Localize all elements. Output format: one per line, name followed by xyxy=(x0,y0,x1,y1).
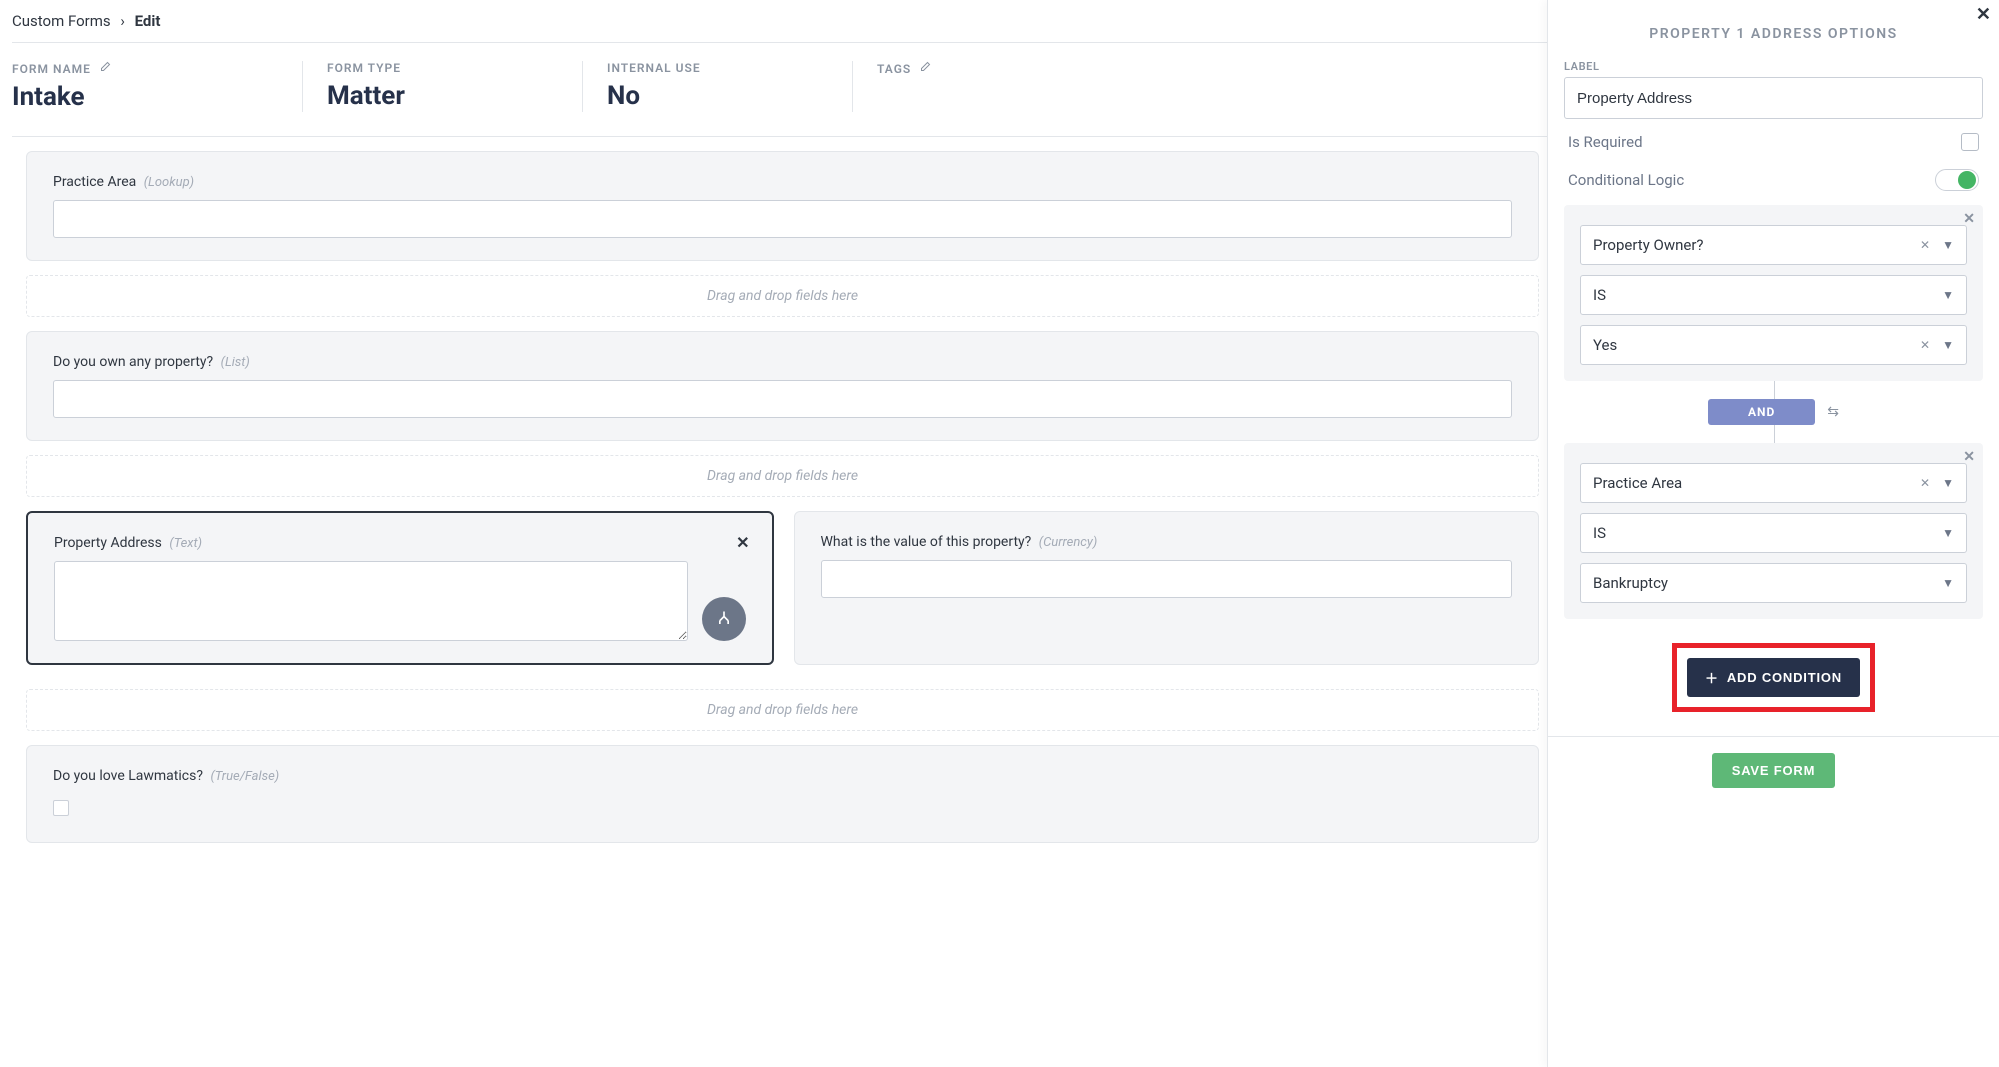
condition-field-select[interactable]: Practice Area ✕ ▼ xyxy=(1580,463,1967,503)
field-practice-area[interactable]: Practice Area (Lookup) xyxy=(26,151,1539,261)
field-label: Property Address xyxy=(54,535,162,551)
meta-form-type-value: Matter xyxy=(327,81,558,111)
condition-value-select[interactable]: Yes ✕ ▼ xyxy=(1580,325,1967,365)
select-value: Property Owner? xyxy=(1593,236,1704,254)
close-icon[interactable]: ✕ xyxy=(1963,449,1975,465)
practice-area-input[interactable] xyxy=(53,200,1512,238)
sidebar-title: PROPERTY 1 ADDRESS OPTIONS xyxy=(1548,0,1999,60)
select-value: Bankruptcy xyxy=(1593,574,1668,592)
condition-group-1: ✕ Property Owner? ✕ ▼ IS ▼ Yes ✕ ▼ xyxy=(1564,205,1983,381)
form-meta-row: FORM NAME Intake FORM TYPE Matter INTERN… xyxy=(12,43,1547,137)
field-property-address[interactable]: ✕ Property Address (Text) xyxy=(26,511,774,665)
label-input[interactable] xyxy=(1564,77,1983,119)
clear-icon[interactable]: ✕ xyxy=(1920,476,1930,490)
property-address-textarea[interactable] xyxy=(54,561,688,641)
field-type-hint: (Currency) xyxy=(1039,535,1098,550)
field-type-hint: (Lookup) xyxy=(144,175,194,190)
condition-operator-select[interactable]: IS ▼ xyxy=(1580,275,1967,315)
and-operator-badge[interactable]: AND xyxy=(1708,399,1815,425)
meta-internal-use: INTERNAL USE No xyxy=(582,61,852,112)
add-condition-highlight: ＋ ADD CONDITION xyxy=(1672,643,1875,712)
field-type-hint: (True/False) xyxy=(210,769,279,784)
plus-icon: ＋ xyxy=(1705,668,1719,687)
chevron-down-icon: ▼ xyxy=(1942,338,1954,352)
chevron-down-icon: ▼ xyxy=(1942,238,1954,252)
field-type-hint: (List) xyxy=(221,355,250,370)
save-form-button[interactable]: SAVE FORM xyxy=(1712,753,1836,788)
meta-internal-value: No xyxy=(607,81,828,111)
logic-operator-row: AND ⇆ xyxy=(1564,381,1983,443)
meta-form-name: FORM NAME Intake xyxy=(12,61,302,112)
close-icon[interactable]: ✕ xyxy=(1976,4,1991,25)
select-value: Yes xyxy=(1593,336,1617,354)
condition-value-select[interactable]: Bankruptcy ▼ xyxy=(1580,563,1967,603)
chevron-down-icon: ▼ xyxy=(1942,576,1954,590)
conditional-logic-label: Conditional Logic xyxy=(1568,171,1684,189)
field-label: What is the value of this property? xyxy=(821,534,1032,550)
condition-field-select[interactable]: Property Owner? ✕ ▼ xyxy=(1580,225,1967,265)
own-property-input[interactable] xyxy=(53,380,1512,418)
field-label: Do you own any property? xyxy=(53,354,213,370)
field-property-value[interactable]: What is the value of this property? (Cur… xyxy=(794,511,1540,665)
is-required-label: Is Required xyxy=(1568,133,1643,151)
field-love-lawmatics[interactable]: Do you love Lawmatics? (True/False) xyxy=(26,745,1539,843)
add-condition-button[interactable]: ＋ ADD CONDITION xyxy=(1687,658,1860,697)
meta-tags: TAGS xyxy=(852,61,955,112)
is-required-checkbox[interactable] xyxy=(1961,133,1979,151)
close-icon[interactable]: ✕ xyxy=(1963,211,1975,227)
conditional-logic-toggle[interactable] xyxy=(1935,169,1979,191)
dropzone[interactable]: Drag and drop fields here xyxy=(26,455,1539,497)
close-icon[interactable]: ✕ xyxy=(736,535,749,551)
select-value: IS xyxy=(1593,524,1606,542)
meta-form-type-label: FORM TYPE xyxy=(327,61,401,75)
pencil-icon[interactable] xyxy=(919,61,931,76)
field-type-hint: (Text) xyxy=(169,536,202,551)
field-own-property[interactable]: Do you own any property? (List) xyxy=(26,331,1539,441)
options-sidebar: ✕ PROPERTY 1 ADDRESS OPTIONS LABEL Is Re… xyxy=(1547,0,1999,1067)
chevron-down-icon: ▼ xyxy=(1942,476,1954,490)
love-lawmatics-checkbox[interactable] xyxy=(53,800,69,816)
chevron-down-icon: ▼ xyxy=(1942,288,1954,302)
property-value-input[interactable] xyxy=(821,560,1513,598)
select-value: Practice Area xyxy=(1593,474,1682,492)
swap-icon[interactable]: ⇆ xyxy=(1827,404,1839,420)
meta-form-name-label: FORM NAME xyxy=(12,62,91,76)
add-condition-label: ADD CONDITION xyxy=(1727,670,1842,685)
clear-icon[interactable]: ✕ xyxy=(1920,338,1930,352)
branch-icon[interactable] xyxy=(702,597,746,641)
pencil-icon[interactable] xyxy=(99,61,111,76)
label-field-label: LABEL xyxy=(1564,60,1983,73)
condition-operator-select[interactable]: IS ▼ xyxy=(1580,513,1967,553)
chevron-down-icon: ▼ xyxy=(1942,526,1954,540)
field-label: Practice Area xyxy=(53,174,136,190)
select-value: IS xyxy=(1593,286,1606,304)
condition-group-2: ✕ Practice Area ✕ ▼ IS ▼ Bankruptcy ▼ xyxy=(1564,443,1983,619)
field-label: Do you love Lawmatics? xyxy=(53,768,203,784)
meta-form-name-value: Intake xyxy=(12,82,278,112)
meta-tags-label: TAGS xyxy=(877,62,911,76)
chevron-right-icon: › xyxy=(120,12,125,30)
breadcrumb-root[interactable]: Custom Forms xyxy=(12,12,111,30)
dropzone[interactable]: Drag and drop fields here xyxy=(26,275,1539,317)
breadcrumb: Custom Forms › Edit xyxy=(12,12,1547,43)
breadcrumb-current: Edit xyxy=(135,12,161,30)
dropzone[interactable]: Drag and drop fields here xyxy=(26,689,1539,731)
clear-icon[interactable]: ✕ xyxy=(1920,238,1930,252)
meta-internal-label: INTERNAL USE xyxy=(607,61,701,75)
meta-form-type: FORM TYPE Matter xyxy=(302,61,582,112)
